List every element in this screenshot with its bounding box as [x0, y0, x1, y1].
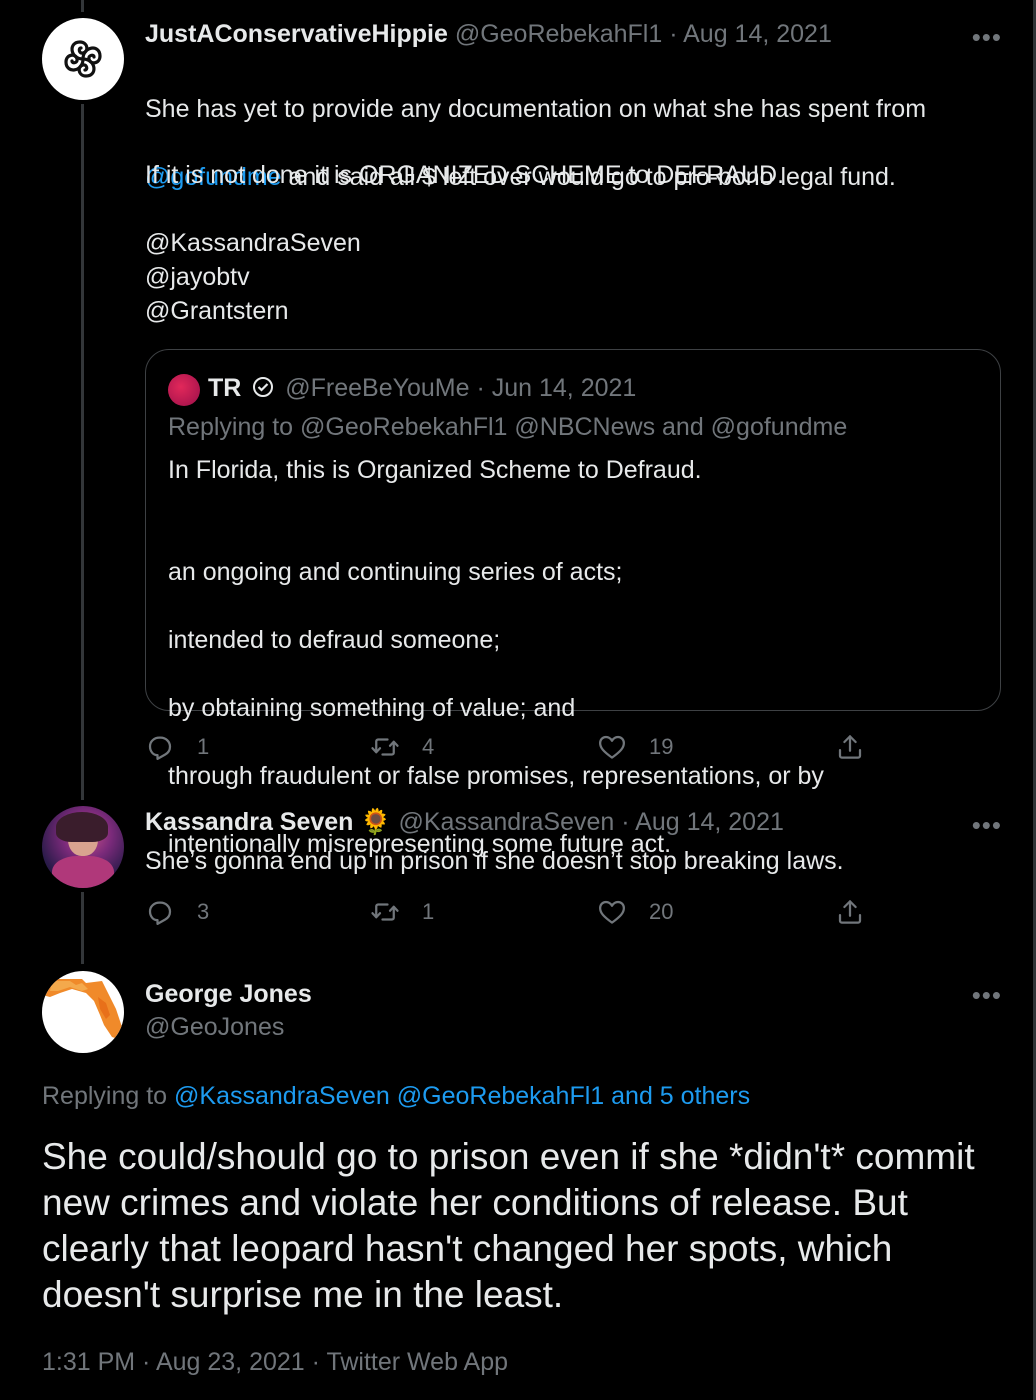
- handle[interactable]: @KassandraSeven: [399, 808, 615, 836]
- quoted-tweet[interactable]: TR @FreeBeYouMe · Jun 14, 2021 Replying …: [145, 349, 1001, 858]
- like-icon: [599, 735, 625, 759]
- quote-text-line: an ongoing and continuing series of acts…: [168, 558, 623, 586]
- reply-icon: [148, 901, 172, 925]
- share-button[interactable]: [835, 732, 887, 762]
- sunflower-icon: 🌻: [360, 808, 392, 836]
- quote-text-line: intended to defraud someone;: [168, 626, 501, 654]
- replying-to: Replying to @KassandraSeven @GeoRebekahF…: [42, 1082, 750, 1111]
- quote-text-list: an ongoing and continuing series of acts…: [168, 521, 988, 895]
- avatar-hair: [56, 812, 108, 842]
- avatar[interactable]: [42, 971, 124, 1053]
- retweet-count: 4: [422, 734, 435, 759]
- tweet-line: If it is not done it is ORGANIZED SCHEME…: [145, 161, 785, 189]
- like-icon: [599, 900, 625, 924]
- reply-button[interactable]: 3: [145, 897, 209, 927]
- florida-map-icon: [42, 979, 124, 1041]
- like-count: 19: [649, 734, 674, 759]
- handle[interactable]: @GeoJones: [145, 1013, 284, 1042]
- like-count: 20: [649, 899, 674, 924]
- handle[interactable]: @GeoRebekahFl1: [455, 20, 662, 48]
- display-name[interactable]: Kassandra Seven: [145, 808, 353, 836]
- tweet-line: She has yet to provide any documentation…: [145, 95, 927, 123]
- retweet-count: 1: [422, 899, 435, 924]
- tweet-text: She’s gonna end up in prison if she does…: [145, 847, 844, 875]
- share-icon: [838, 900, 862, 924]
- display-name[interactable]: George Jones: [145, 980, 312, 1009]
- main-tweet-text: She could/should go to prison even if sh…: [42, 1136, 975, 1315]
- like-button[interactable]: 20: [597, 897, 673, 927]
- mention-link[interactable]: @jayobtv: [145, 260, 250, 294]
- tweet-actions: 1 4 19: [145, 732, 875, 772]
- more-icon[interactable]: •••: [972, 810, 1002, 841]
- share-button[interactable]: [835, 897, 887, 927]
- tweet-header: Kassandra Seven 🌻 @KassandraSeven · Aug …: [145, 808, 784, 837]
- retweet-button[interactable]: 4: [370, 732, 434, 762]
- timestamp[interactable]: · Aug 14, 2021: [669, 20, 832, 48]
- reply-icon: [148, 736, 172, 760]
- replying-to: Replying to @GeoRebekahFl1 @NBCNews and …: [168, 413, 848, 441]
- retweet-icon: [371, 738, 399, 756]
- mention-link[interactable]: @KassandraSeven: [145, 226, 361, 260]
- thread-line-1: [81, 104, 84, 800]
- mention-link[interactable]: @Grantstern: [145, 294, 288, 328]
- share-icon: [838, 735, 862, 759]
- spiral-logo-icon: [64, 40, 102, 78]
- avatar[interactable]: [42, 806, 124, 888]
- avatar[interactable]: [42, 18, 124, 100]
- retweet-icon: [371, 903, 399, 921]
- timestamp[interactable]: · Aug 14, 2021: [621, 808, 784, 836]
- avatar-body: [52, 856, 114, 888]
- quote-text-line: In Florida, this is Organized Scheme to …: [168, 456, 702, 484]
- reply-button[interactable]: 1: [145, 732, 209, 762]
- replying-prefix: Replying to: [42, 1082, 175, 1110]
- verified-icon: [252, 376, 274, 405]
- more-icon[interactable]: •••: [972, 22, 1002, 53]
- display-name[interactable]: JustAConservativeHippie: [145, 20, 448, 48]
- replying-links[interactable]: @KassandraSeven @GeoRebekahFl1 and 5 oth…: [174, 1082, 750, 1110]
- quote-header: TR @FreeBeYouMe · Jun 14, 2021: [208, 374, 636, 405]
- reply-count: 1: [197, 734, 210, 759]
- thread-line-top: [81, 0, 84, 12]
- tweet-timestamp[interactable]: 1:31 PM · Aug 23, 2021 · Twitter Web App: [42, 1348, 508, 1377]
- thread-line-2: [81, 892, 84, 964]
- timestamp[interactable]: · Jun 14, 2021: [476, 374, 636, 402]
- handle[interactable]: @FreeBeYouMe: [285, 374, 469, 402]
- retweet-button[interactable]: 1: [370, 897, 434, 927]
- quote-text-line: by obtaining something of value; and: [168, 694, 576, 722]
- reply-count: 3: [197, 899, 210, 924]
- display-name[interactable]: TR: [208, 374, 241, 402]
- tweet-header: JustAConservativeHippie @GeoRebekahFl1 ·…: [145, 20, 832, 49]
- more-icon[interactable]: •••: [972, 980, 1002, 1011]
- like-button[interactable]: 19: [597, 732, 673, 762]
- quote-avatar[interactable]: [168, 374, 200, 406]
- tweet-body: She has yet to provide any documentation…: [145, 58, 985, 228]
- tweet-actions: 3 1 20: [145, 897, 875, 937]
